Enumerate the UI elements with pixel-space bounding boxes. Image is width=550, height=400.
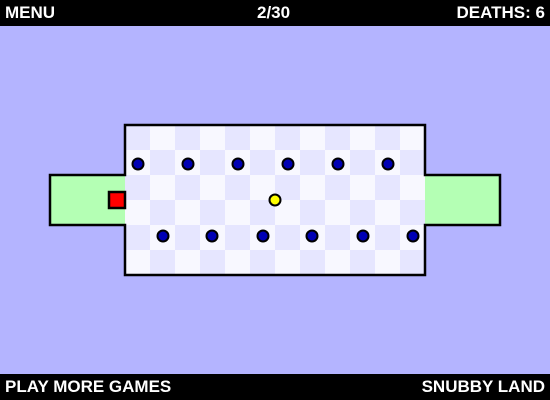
- floor-tile: [175, 200, 200, 225]
- deaths-counter: DEATHS: 6: [456, 3, 545, 22]
- floor-tile: [250, 150, 275, 175]
- enemy-dot: [256, 229, 270, 243]
- enemy-dot: [205, 229, 219, 243]
- floor-tile: [175, 225, 200, 250]
- floor-tile: [400, 175, 425, 200]
- floor-tile: [275, 225, 300, 250]
- floor-tile: [175, 175, 200, 200]
- floor-tile: [250, 125, 275, 150]
- floor-tile: [350, 250, 375, 275]
- floor-tile: [375, 200, 400, 225]
- floor-tile: [150, 250, 175, 275]
- floor-tile: [400, 150, 425, 175]
- floor-tile: [125, 225, 150, 250]
- play-more-games-link[interactable]: PLAY MORE GAMES: [5, 377, 171, 397]
- floor-tile: [150, 175, 175, 200]
- floor-tile: [300, 200, 325, 225]
- floor-tile: [175, 125, 200, 150]
- enemy-dot: [131, 157, 145, 171]
- menu-button[interactable]: MENU: [5, 3, 55, 23]
- player-square: [107, 190, 127, 210]
- top-bar: MENU 2/30 DEATHS: 6: [0, 0, 550, 26]
- floor-tile: [150, 200, 175, 225]
- enemy-dot: [181, 157, 195, 171]
- floor-tile: [150, 125, 175, 150]
- floor-tile: [200, 125, 225, 150]
- floor-tile: [325, 225, 350, 250]
- floor-tile: [350, 125, 375, 150]
- floor-tile: [200, 200, 225, 225]
- enemy-dot: [406, 229, 420, 243]
- floor-tile: [300, 250, 325, 275]
- enemy-dot: [305, 229, 319, 243]
- enemy-dot: [381, 157, 395, 171]
- floor-tile: [300, 175, 325, 200]
- floor-tile: [375, 250, 400, 275]
- bottom-bar: PLAY MORE GAMES SNUBBY LAND: [0, 374, 550, 400]
- floor-tile: [350, 150, 375, 175]
- floor-tile: [125, 250, 150, 275]
- enemy-dot: [156, 229, 170, 243]
- floor-tile: [400, 125, 425, 150]
- enemy-dot: [231, 157, 245, 171]
- game-canvas[interactable]: [0, 26, 550, 374]
- enemy-dot: [356, 229, 370, 243]
- floor-tile: [325, 175, 350, 200]
- floor-tile: [125, 175, 150, 200]
- coin: [268, 193, 282, 207]
- floor-tile: [300, 125, 325, 150]
- enemy-dot: [331, 157, 345, 171]
- floor-tile: [125, 125, 150, 150]
- floor-tile: [375, 225, 400, 250]
- level-counter: 2/30: [257, 3, 291, 22]
- floor-tile: [325, 125, 350, 150]
- goal-zone: [425, 175, 500, 225]
- floor-tile: [350, 200, 375, 225]
- floor-tile: [225, 250, 250, 275]
- floor-tile: [225, 125, 250, 150]
- floor-tile: [325, 250, 350, 275]
- floor-tile: [225, 175, 250, 200]
- floor-tile: [400, 250, 425, 275]
- floor-tile: [225, 225, 250, 250]
- floor-tile: [125, 200, 150, 225]
- coins: [268, 193, 282, 207]
- floor-tile: [350, 175, 375, 200]
- snubby-land-link[interactable]: SNUBBY LAND: [422, 377, 545, 397]
- floor-tile: [275, 125, 300, 150]
- floor-tile: [325, 200, 350, 225]
- floor-tile: [375, 175, 400, 200]
- floor-tile: [300, 150, 325, 175]
- enemy-dot: [281, 157, 295, 171]
- floor-tile: [150, 150, 175, 175]
- floor-tile: [175, 250, 200, 275]
- floor-tile: [225, 200, 250, 225]
- floor-tile: [200, 250, 225, 275]
- floor-tile: [275, 250, 300, 275]
- floor-tile: [375, 125, 400, 150]
- floor-tile: [200, 150, 225, 175]
- floor-tile: [200, 175, 225, 200]
- floor-tile: [250, 250, 275, 275]
- floor-tile: [400, 200, 425, 225]
